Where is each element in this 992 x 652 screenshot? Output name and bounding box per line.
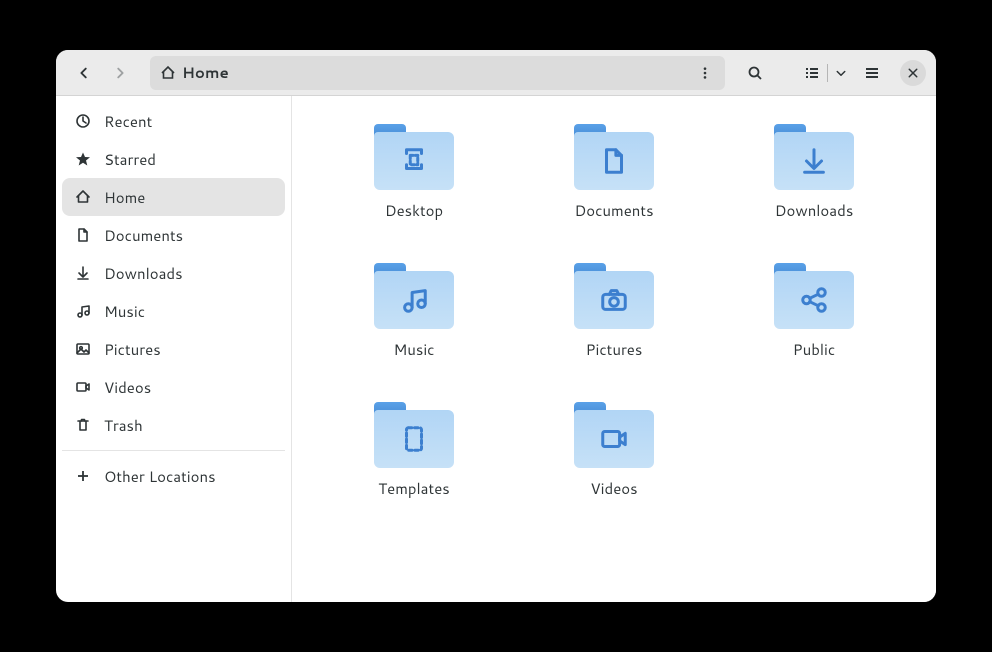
folder-public[interactable]: Public xyxy=(722,255,906,368)
toolbar-right xyxy=(739,57,926,89)
download-icon xyxy=(799,146,829,176)
window-body: Recent Starred Home Documents Downloads Music… xyxy=(56,96,936,602)
folder-label: Downloads xyxy=(775,200,854,221)
folder-label: Videos xyxy=(590,478,637,499)
sidebar-item-label: Music xyxy=(104,301,145,322)
forward-button[interactable] xyxy=(104,57,136,89)
list-view-button[interactable] xyxy=(797,57,827,89)
clock-icon xyxy=(74,113,92,129)
sidebar-item-music[interactable]: Music xyxy=(62,292,285,330)
hamburger-menu-button[interactable] xyxy=(856,57,888,89)
sidebar-item-trash[interactable]: Trash xyxy=(62,406,285,444)
sidebar-item-recent[interactable]: Recent xyxy=(62,102,285,140)
sidebar-item-pictures[interactable]: Pictures xyxy=(62,330,285,368)
folder-grid: Desktop Documents Downloads Music Pictures Pu… xyxy=(322,116,906,507)
folder-icon xyxy=(774,263,854,329)
folder-icon xyxy=(574,402,654,468)
download-icon xyxy=(74,265,92,281)
folder-videos[interactable]: Videos xyxy=(522,394,706,507)
folder-label: Desktop xyxy=(385,200,443,221)
file-manager-window: Home xyxy=(56,50,936,602)
sidebar-list: Recent Starred Home Documents Downloads Music… xyxy=(62,102,285,444)
sidebar-item-label: Videos xyxy=(104,377,151,398)
share-icon xyxy=(799,285,829,315)
search-button[interactable] xyxy=(739,57,771,89)
sidebar-item-downloads[interactable]: Downloads xyxy=(62,254,285,292)
home-icon xyxy=(160,65,176,81)
sidebar: Recent Starred Home Documents Downloads Music… xyxy=(56,96,292,602)
folder-music[interactable]: Music xyxy=(322,255,506,368)
document-icon xyxy=(74,227,92,243)
document-icon xyxy=(599,146,629,176)
folder-documents[interactable]: Documents xyxy=(522,116,706,229)
path-menu-button[interactable] xyxy=(691,59,719,87)
list-icon xyxy=(804,65,820,81)
sidebar-item-label: Documents xyxy=(104,225,183,246)
folder-icon xyxy=(374,124,454,190)
folder-label: Pictures xyxy=(586,339,643,360)
folder-icon xyxy=(574,263,654,329)
nav-buttons xyxy=(68,57,136,89)
folder-icon xyxy=(374,402,454,468)
close-icon xyxy=(907,67,919,79)
plus-icon xyxy=(74,468,92,484)
sidebar-item-starred[interactable]: Starred xyxy=(62,140,285,178)
folder-icon xyxy=(374,263,454,329)
sidebar-item-label: Recent xyxy=(104,111,152,132)
sidebar-item-documents[interactable]: Documents xyxy=(62,216,285,254)
folder-pictures[interactable]: Pictures xyxy=(522,255,706,368)
sidebar-item-label: Home xyxy=(104,187,145,208)
folder-icon xyxy=(774,124,854,190)
chevron-down-icon xyxy=(835,67,847,79)
sidebar-item-other-locations[interactable]: Other Locations xyxy=(62,457,285,495)
picture-icon xyxy=(74,341,92,357)
search-icon xyxy=(747,65,763,81)
location-bar[interactable]: Home xyxy=(150,56,725,90)
folder-downloads[interactable]: Downloads xyxy=(722,116,906,229)
folder-desktop[interactable]: Desktop xyxy=(322,116,506,229)
folder-label: Documents xyxy=(574,200,653,221)
view-options-button[interactable] xyxy=(828,57,854,89)
video-icon xyxy=(599,424,629,454)
music-icon xyxy=(74,303,92,319)
folder-templates[interactable]: Templates xyxy=(322,394,506,507)
chevron-right-icon xyxy=(113,66,127,80)
titlebar: Home xyxy=(56,50,936,96)
folder-label: Music xyxy=(393,339,434,360)
folder-label: Templates xyxy=(378,478,449,499)
back-button[interactable] xyxy=(68,57,100,89)
home-icon xyxy=(74,189,92,205)
sidebar-item-label: Starred xyxy=(104,149,156,170)
sidebar-item-home[interactable]: Home xyxy=(62,178,285,216)
sidebar-item-label: Trash xyxy=(104,415,143,436)
trash-icon xyxy=(74,417,92,433)
content-area: Desktop Documents Downloads Music Pictures Pu… xyxy=(292,96,936,602)
close-button[interactable] xyxy=(900,60,926,86)
video-icon xyxy=(74,379,92,395)
location-label: Home xyxy=(182,62,691,83)
view-switcher xyxy=(797,57,854,89)
sidebar-item-label: Pictures xyxy=(104,339,161,360)
chevron-left-icon xyxy=(77,66,91,80)
sidebar-separator xyxy=(62,450,285,451)
folder-icon xyxy=(574,124,654,190)
desktop-icon xyxy=(399,146,429,176)
music-icon xyxy=(399,285,429,315)
sidebar-item-label: Other Locations xyxy=(104,466,216,487)
sidebar-item-label: Downloads xyxy=(104,263,183,284)
kebab-icon xyxy=(698,66,712,80)
star-icon xyxy=(74,151,92,167)
hamburger-icon xyxy=(864,65,880,81)
folder-label: Public xyxy=(793,339,835,360)
template-icon xyxy=(399,424,429,454)
sidebar-item-videos[interactable]: Videos xyxy=(62,368,285,406)
camera-icon xyxy=(599,285,629,315)
